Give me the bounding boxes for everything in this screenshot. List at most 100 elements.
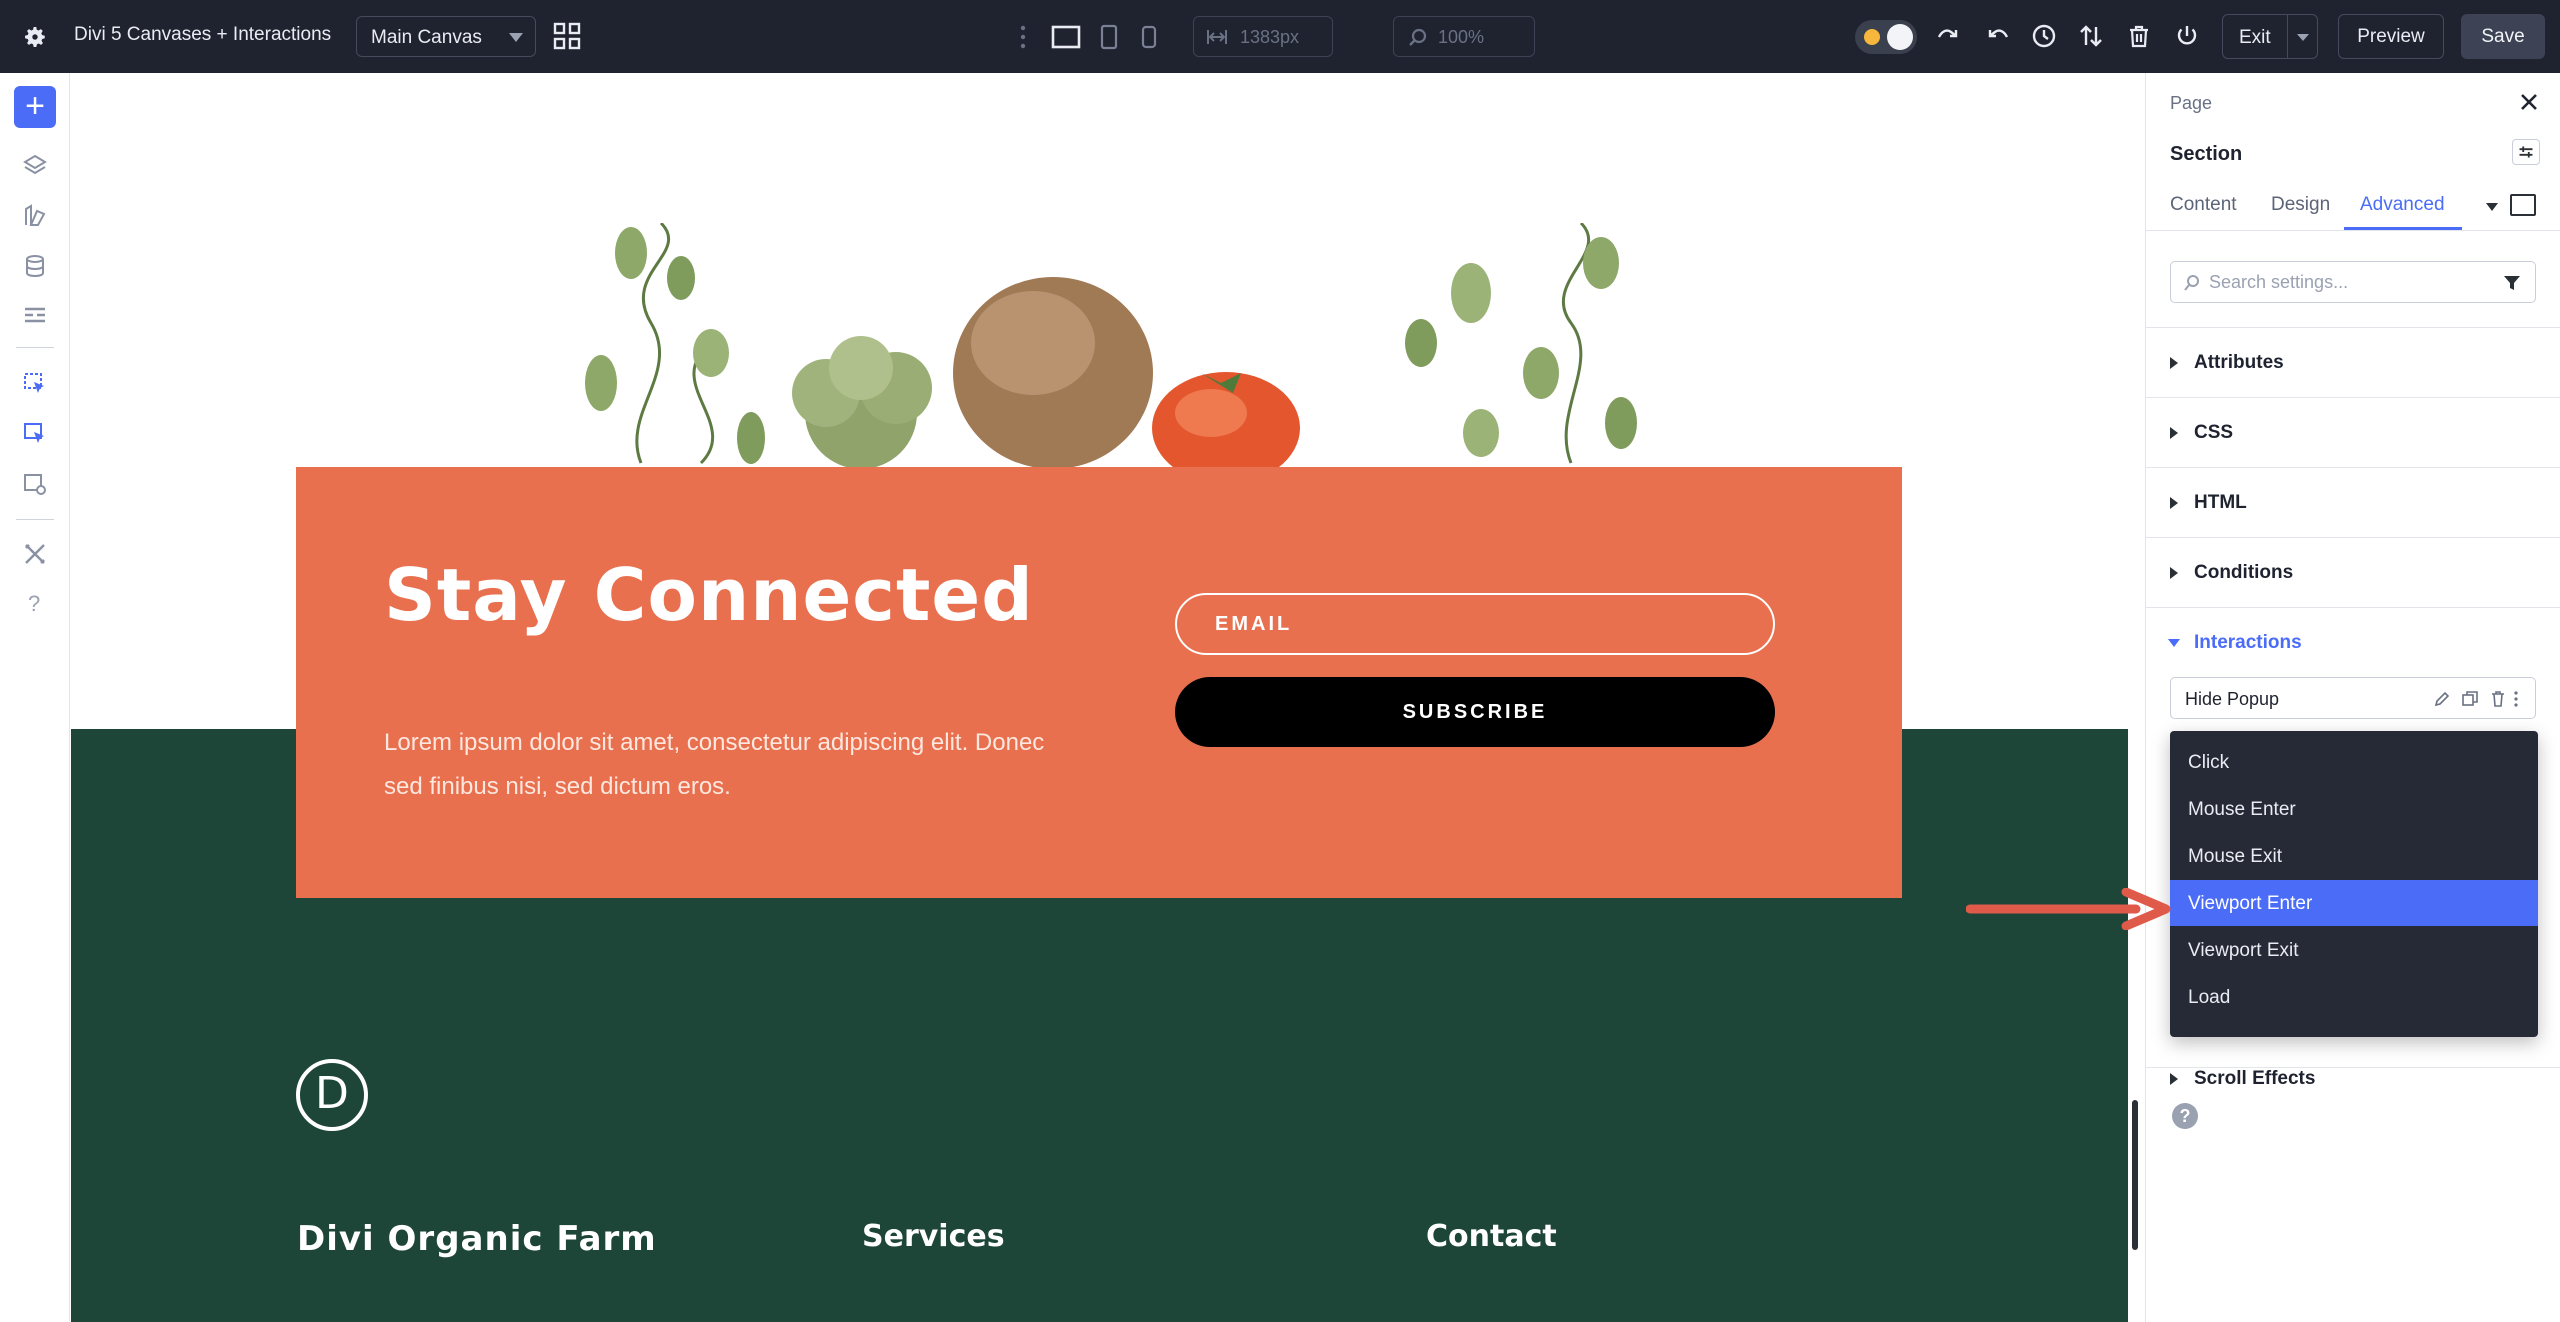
tablet-view-icon[interactable]	[1099, 24, 1119, 50]
trigger-option-load[interactable]: Load	[2170, 974, 2538, 1020]
tabs-dropdown-chevron-icon[interactable]	[2486, 203, 2498, 211]
trigger-option-viewport-enter[interactable]: Viewport Enter	[2170, 880, 2538, 926]
canvases-icon[interactable]	[22, 421, 48, 447]
caret-right-icon	[2170, 497, 2178, 509]
caret-right-icon	[2170, 1073, 2178, 1085]
active-tab-indicator	[2344, 227, 2462, 230]
canvas-width-value: 1383px	[1240, 27, 1300, 47]
element-options-icon[interactable]	[2512, 139, 2540, 165]
exit-chevron-down-icon[interactable]	[2297, 34, 2309, 41]
newsletter-heading: Stay Connected	[384, 553, 1034, 637]
desktop-view-icon[interactable]	[1051, 24, 1081, 50]
canvas-scrollbar[interactable]	[2132, 1100, 2138, 1250]
search-icon	[2184, 275, 2199, 291]
exit-divider	[2287, 15, 2288, 58]
interactions-cursor-icon[interactable]	[22, 371, 48, 397]
help-icon[interactable]: ?	[2172, 1103, 2198, 1129]
canvas-select-value: Main Canvas	[371, 27, 482, 48]
tab-advanced[interactable]: Advanced	[2360, 194, 2445, 216]
phone-view-icon[interactable]	[1140, 24, 1158, 50]
settings-panel: Page Section Content Design Advanced Sea…	[2145, 73, 2560, 1322]
accordion-scroll-effects[interactable]: Scroll Effects	[2146, 1067, 2560, 1137]
tab-design[interactable]: Design	[2271, 194, 2330, 216]
accordion-label: Scroll Effects	[2194, 1068, 2316, 1089]
trigger-option-click[interactable]: Click	[2170, 739, 2538, 785]
exit-button[interactable]: Exit	[2222, 14, 2318, 59]
breadcrumb[interactable]: Page	[2170, 93, 2212, 114]
footer-brand-title: Divi Organic Farm	[297, 1219, 657, 1259]
vegetables-illustration	[585, 223, 1637, 469]
accordion-label: Interactions	[2194, 632, 2302, 653]
toggle-knob	[1887, 24, 1913, 50]
sidebar-divider	[16, 519, 54, 520]
list-layout-icon[interactable]	[22, 303, 48, 329]
tools-icon[interactable]	[22, 541, 48, 567]
accordion-conditions[interactable]: Conditions	[2146, 537, 2560, 607]
caret-down-icon	[2168, 639, 2180, 647]
settings-gear-icon[interactable]	[22, 24, 48, 50]
trigger-option-viewport-exit[interactable]: Viewport Exit	[2170, 927, 2538, 973]
duplicate-icon[interactable]	[2461, 690, 2479, 708]
filter-icon[interactable]	[2503, 274, 2521, 292]
exit-label: Exit	[2239, 27, 2271, 48]
preview-button[interactable]: Preview	[2338, 14, 2444, 59]
page-canvas: Stay Connected Lorem ipsum dolor sit ame…	[71, 73, 2128, 1322]
zoom-value: 100%	[1438, 27, 1485, 47]
theme-toggle[interactable]	[1855, 20, 1917, 54]
subscribe-button[interactable]: SUBSCRIBE	[1175, 677, 1775, 747]
caret-right-icon	[2170, 357, 2178, 369]
more-vertical-icon[interactable]	[1020, 24, 1026, 50]
accordion-label: HTML	[2194, 492, 2247, 513]
accordion-interactions[interactable]: Interactions	[2146, 607, 2560, 677]
footer-services-title: Services	[862, 1219, 1005, 1254]
settings-search-input[interactable]: Search settings...	[2170, 261, 2536, 303]
power-icon[interactable]	[2174, 23, 2200, 49]
left-sidebar: + ?	[0, 73, 70, 1322]
accordion-html[interactable]: HTML	[2146, 467, 2560, 537]
delete-icon[interactable]	[2489, 690, 2507, 708]
canvas-width-field[interactable]: 1383px	[1193, 16, 1333, 57]
trigger-option-mouse-exit[interactable]: Mouse Exit	[2170, 833, 2538, 879]
close-icon[interactable]	[2518, 91, 2540, 113]
search-placeholder: Search settings...	[2209, 272, 2349, 292]
interaction-name: Hide Popup	[2185, 689, 2280, 709]
top-toolbar: Divi 5 Canvases + Interactions Main Canv…	[0, 0, 2560, 73]
edit-pencil-icon[interactable]	[2433, 690, 2451, 708]
save-button[interactable]: Save	[2461, 14, 2545, 59]
chevron-down-icon	[509, 33, 523, 42]
trash-icon[interactable]	[2126, 23, 2152, 49]
caret-right-icon	[2170, 427, 2178, 439]
zoom-field[interactable]: 100%	[1393, 16, 1535, 57]
add-module-button[interactable]: +	[14, 86, 56, 128]
history-clock-icon[interactable]	[2031, 23, 2057, 49]
sort-arrows-icon[interactable]	[2078, 23, 2104, 49]
accordion-label: Attributes	[2194, 352, 2284, 373]
zoom-search-icon	[1409, 28, 1427, 46]
email-field[interactable]: EMAIL	[1175, 593, 1775, 655]
page-settings-icon[interactable]	[22, 471, 48, 497]
divi-logo: D	[296, 1059, 368, 1131]
accordion-css[interactable]: CSS	[2146, 397, 2560, 467]
element-title: Section	[2170, 143, 2243, 165]
app-title: Divi 5 Canvases + Interactions	[74, 24, 332, 45]
trigger-dropdown-menu: Click Mouse Enter Mouse Exit Viewport En…	[2170, 731, 2538, 1037]
tab-content[interactable]: Content	[2170, 194, 2237, 216]
undo-icon[interactable]	[1936, 23, 1962, 49]
canvas-grid-icon[interactable]	[553, 22, 581, 50]
accordion-attributes[interactable]: Attributes	[2146, 327, 2560, 397]
layers-icon[interactable]	[22, 153, 48, 179]
trigger-option-mouse-enter[interactable]: Mouse Enter	[2170, 786, 2538, 832]
settings-tabs: Content Design Advanced	[2146, 181, 2560, 231]
redo-icon[interactable]	[1984, 23, 2010, 49]
design-library-icon[interactable]	[22, 203, 48, 229]
newsletter-description: Lorem ipsum dolor sit amet, consectetur …	[384, 729, 1045, 800]
footer-contact-title: Contact	[1426, 1219, 1557, 1254]
width-arrows-icon	[1207, 30, 1227, 44]
responsive-view-icon[interactable]	[2510, 194, 2536, 216]
database-icon[interactable]	[22, 253, 48, 279]
more-options-icon[interactable]	[2513, 690, 2519, 708]
canvas-select[interactable]: Main Canvas	[356, 16, 536, 57]
help-question-icon[interactable]: ?	[28, 591, 40, 617]
annotation-arrow-icon	[1966, 888, 2171, 930]
interaction-item[interactable]: Hide Popup	[2170, 677, 2536, 719]
